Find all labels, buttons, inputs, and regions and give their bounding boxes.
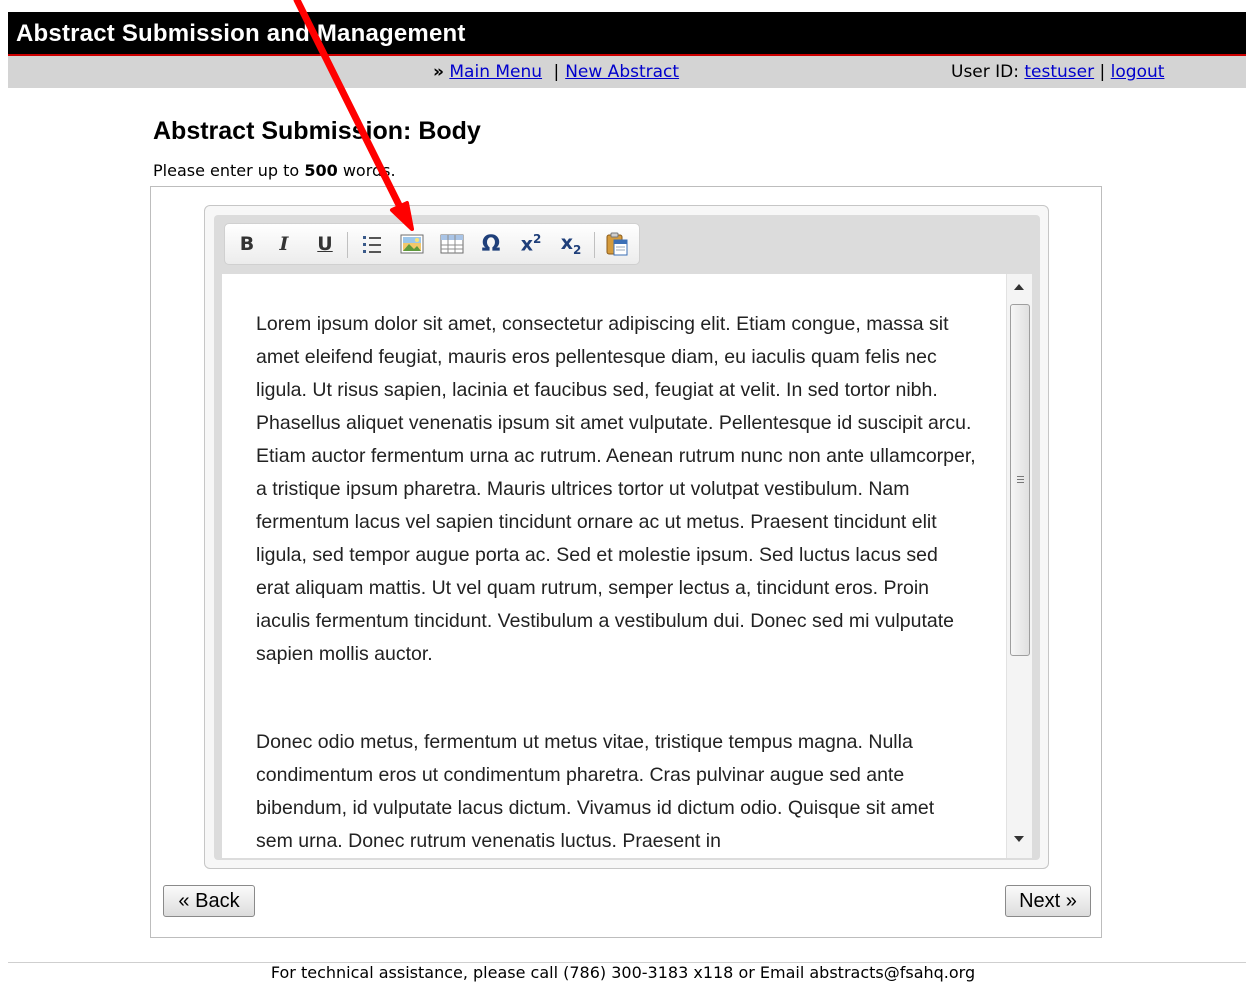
body-paragraph-2: Donec odio metus, fermentum ut metus vit… — [256, 731, 935, 852]
body-paragraph-1: Lorem ipsum dolor sit amet, consectetur … — [256, 313, 976, 665]
superscript-icon: x2 — [521, 232, 542, 255]
toolbar-separator — [594, 232, 595, 258]
user-id-link[interactable]: testuser — [1024, 62, 1094, 82]
special-character-icon: Ω — [481, 231, 501, 257]
paste-from-word-button[interactable] — [603, 230, 631, 258]
subscript-base: x — [560, 231, 573, 254]
nav-prefix: » — [433, 62, 444, 82]
subscript-exponent: 2 — [572, 242, 582, 257]
insert-image-icon — [400, 234, 424, 254]
insert-table-button[interactable] — [438, 230, 466, 258]
user-info: User ID: testuser | logout — [951, 62, 1164, 82]
thumb-grip — [1017, 482, 1024, 483]
main-menu-link[interactable]: Main Menu — [449, 62, 542, 82]
user-id-label: User ID: — [951, 62, 1019, 82]
editor-toolbar: B I U Ω x2 x2 — [224, 223, 640, 265]
app-title: Abstract Submission and Management — [16, 20, 466, 47]
scroll-down-arrow[interactable] — [1014, 836, 1024, 842]
superscript-button[interactable]: x2 — [517, 230, 545, 258]
thumb-grip — [1017, 476, 1024, 477]
next-button[interactable]: Next » — [1005, 885, 1091, 917]
underline-icon: U — [317, 233, 333, 255]
instructions-suffix: words. — [342, 161, 396, 180]
header-bar: Abstract Submission and Management — [8, 12, 1246, 56]
bulleted-list-button[interactable] — [358, 230, 386, 258]
editor-scrollbar[interactable] — [1006, 274, 1032, 858]
logout-link[interactable]: logout — [1111, 62, 1165, 82]
superscript-base: x — [520, 233, 533, 256]
underline-button[interactable]: U — [311, 230, 339, 258]
scrollbar-thumb[interactable] — [1010, 304, 1030, 656]
instructions-prefix: Please enter up to — [153, 161, 300, 180]
page-title: Abstract Submission: Body — [153, 117, 481, 145]
italic-button[interactable]: I — [270, 230, 298, 258]
nav-bar: » Main Menu | New Abstract User ID: testu… — [8, 56, 1246, 88]
new-abstract-link[interactable]: New Abstract — [565, 62, 679, 82]
nav-separator: | — [553, 62, 560, 82]
bold-button[interactable]: B — [233, 230, 261, 258]
footer-text: For technical assistance, please call (7… — [270, 963, 976, 982]
back-button[interactable]: « Back — [163, 885, 255, 917]
editor-content-area[interactable]: Lorem ipsum dolor sit amet, consectetur … — [222, 274, 1006, 858]
insert-table-icon — [440, 234, 464, 254]
subscript-icon: x2 — [561, 232, 582, 257]
toolbar-separator — [347, 232, 348, 258]
scroll-up-arrow[interactable] — [1014, 284, 1024, 290]
insert-image-button[interactable] — [398, 230, 426, 258]
nav-links: » Main Menu | New Abstract — [433, 62, 679, 82]
thumb-grip — [1017, 479, 1024, 480]
italic-icon: I — [279, 233, 289, 255]
special-character-button[interactable]: Ω — [477, 230, 505, 258]
paste-word-icon — [606, 232, 628, 256]
superscript-exponent: 2 — [532, 232, 542, 247]
instructions: Please enter up to 500 words. — [153, 161, 396, 180]
bold-icon: B — [239, 233, 255, 255]
word-limit: 500 — [304, 161, 338, 180]
subscript-button[interactable]: x2 — [557, 230, 585, 258]
user-separator: | — [1099, 62, 1106, 82]
bulleted-list-icon — [363, 236, 381, 253]
